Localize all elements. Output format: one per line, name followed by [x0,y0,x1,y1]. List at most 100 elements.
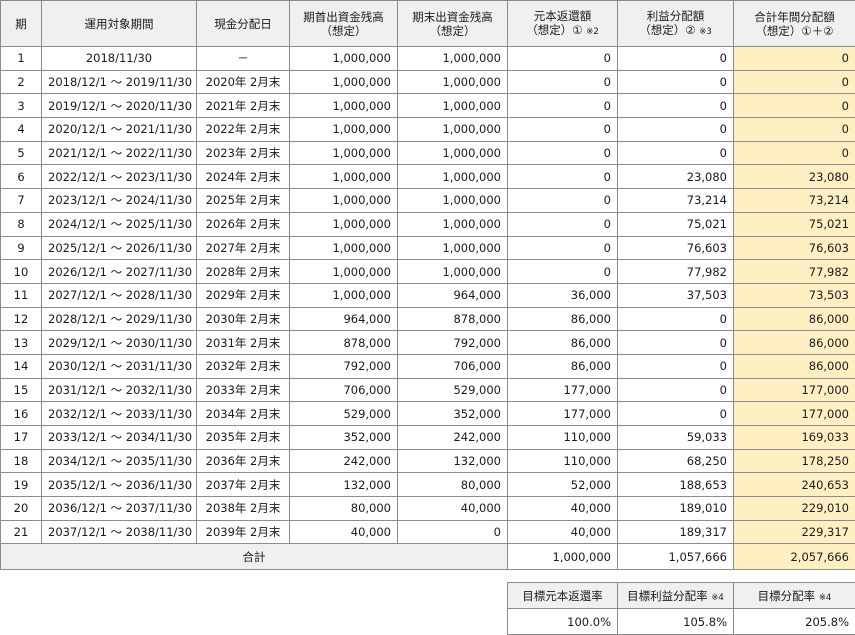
cell-principal-return: 36,000 [507,282,618,308]
cell-principal-return: 177,000 [507,377,618,403]
cell-period: 1 [0,46,42,71]
cell-total-distribution: 75,021 [733,211,855,237]
cell-period: 13 [0,330,42,355]
table-row: 12 2028/12/1 ～ 2029/11/30 2030年 2月末 964,000… [0,306,855,332]
cell-begin-balance: 80,000 [289,496,398,521]
cell-range: 2023/12/1 ～ 2024/11/30 [41,188,197,213]
cell-period: 21 [0,519,42,545]
cell-profit-distribution: 73,214 [617,188,734,213]
cell-range: 2027/12/1 ～ 2028/11/30 [41,282,197,308]
cell-date: 2039年 2月末 [196,519,290,545]
cell-total-distribution: 229,010 [733,496,855,521]
target-rates-header: 目標元本返還率 目標利益分配率 ※4 目標分配率 ※4 [507,582,855,609]
header-begin-line1: 期首出資金残高 [303,9,384,24]
cell-end-balance: 1,000,000 [397,117,508,142]
cell-range: 2034/12/1 ～ 2035/11/30 [41,448,197,474]
cell-date: 2023年 2月末 [196,140,290,166]
cell-begin-balance: 1,000,000 [289,164,398,190]
cell-begin-balance: 1,000,000 [289,93,398,119]
cell-profit-distribution: 37,503 [617,282,734,308]
table-row: 8 2024/12/1 ～ 2025/11/30 2026年 2月末 1,000,00… [0,211,855,237]
cell-end-balance: 1,000,000 [397,69,508,95]
header-total-line2: （想定）①＋② [755,23,834,38]
cell-begin-balance: 1,000,000 [289,259,398,284]
cell-total-distribution: 86,000 [733,306,855,332]
header-total-distribution: 合計年間分配額 （想定）①＋② [733,0,855,47]
cell-total-distribution: 229,317 [733,519,855,545]
cell-principal-return: 0 [507,164,618,190]
dist-rate-header: 目標分配率 ※4 [733,582,855,609]
cell-period: 9 [0,235,42,261]
cell-profit-distribution: 75,021 [617,211,734,237]
cell-begin-balance: 529,000 [289,401,398,426]
table-row: 4 2020/12/1 ～ 2021/11/30 2022年 2月末 1,000,00… [0,117,855,142]
cell-principal-return: 0 [507,140,618,166]
cell-date: 2037年 2月末 [196,472,290,498]
total-profit: 1,057,666 [617,543,734,571]
cell-period: 2 [0,69,42,95]
cell-total-distribution: 73,503 [733,282,855,308]
table-row: 1 2018/11/30 － 1,000,000 1,000,000 0 0 0 [0,46,855,71]
cell-profit-distribution: 0 [617,93,734,119]
cell-profit-distribution: 0 [617,117,734,142]
cell-end-balance: 242,000 [397,425,508,450]
cell-end-balance: 878,000 [397,306,508,332]
profit-rate-note: ※4 [711,592,724,603]
cell-principal-return: 86,000 [507,330,618,355]
cell-begin-balance: 1,000,000 [289,46,398,71]
cell-principal-return: 0 [507,46,618,71]
total-distribution: 2,057,666 [733,543,855,571]
cell-profit-distribution: 59,033 [617,425,734,450]
cell-principal-return: 177,000 [507,401,618,426]
cell-period: 18 [0,448,42,474]
cell-date: 2021年 2月末 [196,93,290,119]
cell-total-distribution: 177,000 [733,377,855,403]
header-begin-balance: 期首出資金残高 （想定） [289,0,398,47]
principal-rate-label: 目標元本返還率 [507,582,618,609]
cell-principal-return: 0 [507,93,618,119]
cell-range: 2020/12/1 ～ 2021/11/30 [41,117,197,142]
cell-date: 2024年 2月末 [196,164,290,190]
profit-rate-value: 105.8% [617,608,734,635]
cell-end-balance: 1,000,000 [397,188,508,213]
profit-rate-label: 目標利益分配率 [627,588,708,603]
cell-period: 17 [0,425,42,450]
total-principal: 1,000,000 [507,543,618,571]
cell-end-balance: 529,000 [397,377,508,403]
total-row: 合計 1,000,000 1,057,666 2,057,666 [0,543,855,571]
cell-total-distribution: 86,000 [733,330,855,355]
table-row: 9 2025/12/1 ～ 2026/11/30 2027年 2月末 1,000,00… [0,235,855,261]
cell-profit-distribution: 189,010 [617,496,734,521]
cell-end-balance: 80,000 [397,472,508,498]
cell-period: 6 [0,164,42,190]
dist-rate-note: ※4 [818,592,832,603]
cell-total-distribution: 77,982 [733,259,855,284]
cell-range: 2033/12/1 ～ 2034/11/30 [41,425,197,450]
cell-period: 11 [0,282,42,308]
cell-principal-return: 52,000 [507,472,618,498]
table-row: 13 2029/12/1 ～ 2030/11/30 2031年 2月末 878,000… [0,330,855,355]
header-principal-return: 元本返還額 （想定）① ※2 [507,0,618,47]
cell-total-distribution: 240,653 [733,472,855,498]
cell-period: 12 [0,306,42,332]
cell-begin-balance: 1,000,000 [289,235,398,261]
cell-total-distribution: 0 [733,69,855,95]
cell-principal-return: 40,000 [507,519,618,545]
cell-total-distribution: 177,000 [733,401,855,426]
cell-end-balance: 0 [397,519,508,545]
header-begin-line2: （想定） [320,23,367,38]
cell-date: 2035年 2月末 [196,425,290,450]
cell-profit-distribution: 68,250 [617,448,734,474]
cell-period: 3 [0,93,42,119]
table-row: 3 2019/12/1 ～ 2020/11/30 2021年 2月末 1,000,00… [0,93,855,119]
cell-date: 2034年 2月末 [196,401,290,426]
cell-range: 2021/12/1 ～ 2022/11/30 [41,140,197,166]
cell-range: 2032/12/1 ～ 2033/11/30 [41,401,197,426]
cell-begin-balance: 1,000,000 [289,188,398,213]
cell-range: 2031/12/1 ～ 2032/11/30 [41,377,197,403]
cell-range: 2019/12/1 ～ 2020/11/30 [41,93,197,119]
header-profit-line1: 利益分配額 [646,8,705,23]
cell-end-balance: 964,000 [397,282,508,308]
cell-date: 2038年 2月末 [196,496,290,521]
cell-profit-distribution: 77,982 [617,259,734,284]
